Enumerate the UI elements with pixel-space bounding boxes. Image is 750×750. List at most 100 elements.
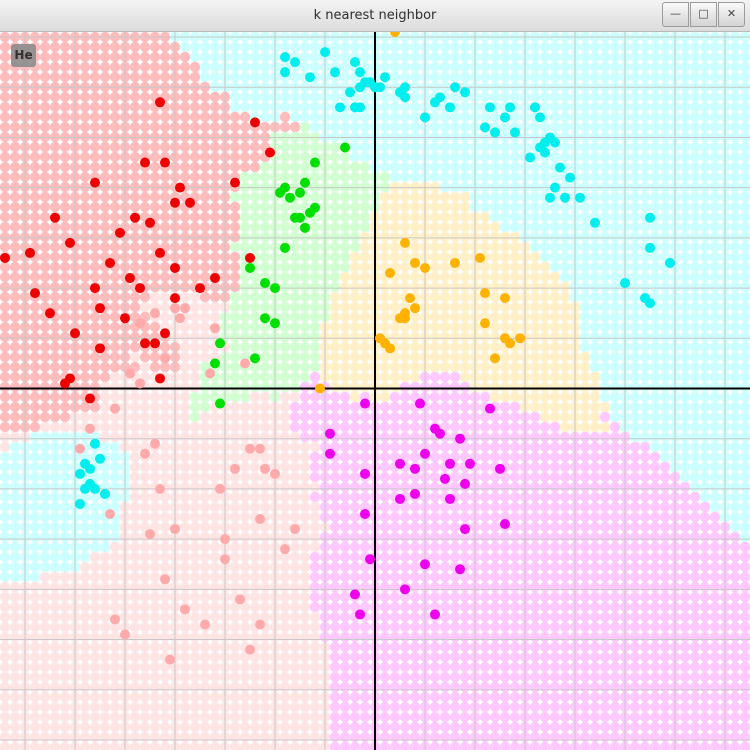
data-point-cyan — [330, 67, 340, 78]
data-point-magenta — [465, 458, 475, 469]
data-point-lightred — [165, 654, 175, 665]
data-point-cyan — [450, 82, 460, 93]
data-point-lightred — [150, 308, 160, 319]
data-point-red — [130, 212, 140, 223]
data-point-cyan — [590, 217, 600, 228]
data-point-lightred — [255, 443, 265, 454]
data-point-lightred — [75, 443, 85, 454]
data-point-lightred — [170, 303, 180, 314]
minimize-icon: — — [670, 7, 681, 20]
data-point-magenta — [350, 589, 360, 600]
data-point-cyan — [355, 82, 365, 93]
data-point-lightred — [280, 544, 290, 555]
data-point-cyan — [290, 57, 300, 68]
maximize-icon: □ — [698, 7, 709, 20]
app-window: k nearest neighbor — □ ✕ He — [0, 0, 750, 750]
data-point-orange — [480, 318, 490, 329]
data-point-orange — [475, 252, 485, 263]
data-point-cyan — [100, 488, 110, 499]
data-point-magenta — [395, 458, 405, 469]
data-point-green — [275, 187, 285, 198]
data-point-lightred — [150, 438, 160, 449]
data-point-orange — [405, 293, 415, 304]
data-point-green — [250, 353, 260, 364]
data-point-red — [160, 157, 170, 168]
data-point-cyan — [560, 192, 570, 203]
data-point-red — [175, 182, 185, 193]
data-point-magenta — [455, 433, 465, 444]
data-point-cyan — [420, 112, 430, 123]
data-point-red — [25, 247, 35, 258]
data-point-magenta — [445, 458, 455, 469]
title-bar[interactable]: k nearest neighbor — □ ✕ — [0, 0, 750, 32]
data-point-lightred — [220, 534, 230, 545]
data-point-lightred — [240, 358, 250, 369]
data-point-lightred — [210, 323, 220, 334]
data-point-red — [250, 117, 260, 128]
data-point-red — [120, 313, 130, 324]
data-point-magenta — [360, 509, 370, 520]
data-point-red — [95, 343, 105, 354]
data-point-red — [125, 273, 135, 284]
data-point-red — [145, 217, 155, 228]
data-point-magenta — [325, 428, 335, 439]
data-point-red — [150, 338, 160, 349]
data-point-cyan — [575, 192, 585, 203]
data-point-cyan — [490, 127, 500, 138]
he-button[interactable]: He — [11, 44, 36, 67]
data-point-red — [85, 393, 95, 404]
data-point-lightred — [120, 629, 130, 640]
data-point-cyan — [430, 97, 440, 108]
data-point-cyan — [645, 242, 655, 253]
data-point-magenta — [500, 519, 510, 530]
data-point-green — [270, 318, 280, 329]
data-point-cyan — [645, 298, 655, 309]
data-point-lightred — [180, 303, 190, 314]
data-point-green — [285, 192, 295, 203]
knn-plot-canvas[interactable]: He — [0, 32, 750, 750]
data-point-orange — [385, 268, 395, 279]
data-point-lightred — [245, 644, 255, 655]
data-point-lightred — [215, 483, 225, 494]
data-point-cyan — [350, 102, 360, 113]
data-point-lightred — [135, 378, 145, 389]
data-point-green — [280, 242, 290, 253]
data-point-magenta — [430, 609, 440, 620]
data-point-red — [50, 212, 60, 223]
data-point-cyan — [375, 82, 385, 93]
data-point-lightred — [160, 574, 170, 585]
close-icon: ✕ — [726, 7, 737, 20]
data-point-cyan — [550, 182, 560, 193]
minimize-button[interactable]: — — [662, 2, 689, 27]
data-point-lightred — [85, 423, 95, 434]
data-point-red — [155, 373, 165, 384]
data-point-lightred — [155, 483, 165, 494]
data-point-orange — [385, 343, 395, 354]
data-point-red — [170, 197, 180, 208]
data-point-lightred — [200, 619, 210, 630]
data-point-magenta — [455, 564, 465, 575]
data-point-cyan — [505, 102, 515, 113]
data-point-lightred — [170, 524, 180, 535]
data-point-orange — [410, 303, 420, 314]
data-point-magenta — [410, 463, 420, 474]
data-point-lightred — [290, 524, 300, 535]
data-point-orange — [500, 293, 510, 304]
data-point-cyan — [380, 72, 390, 83]
data-point-red — [265, 147, 275, 158]
data-point-red — [155, 247, 165, 258]
data-point-green — [215, 338, 225, 349]
data-point-cyan — [280, 67, 290, 78]
data-point-red — [95, 303, 105, 314]
data-point-magenta — [460, 478, 470, 489]
maximize-button[interactable]: □ — [690, 2, 717, 27]
data-point-red — [170, 293, 180, 304]
data-point-red — [70, 328, 80, 339]
data-point-cyan — [335, 102, 345, 113]
data-point-cyan — [80, 483, 90, 494]
data-point-cyan — [480, 122, 490, 133]
close-button[interactable]: ✕ — [718, 2, 745, 27]
data-point-red — [245, 252, 255, 263]
data-point-cyan — [550, 137, 560, 148]
data-point-magenta — [360, 468, 370, 479]
